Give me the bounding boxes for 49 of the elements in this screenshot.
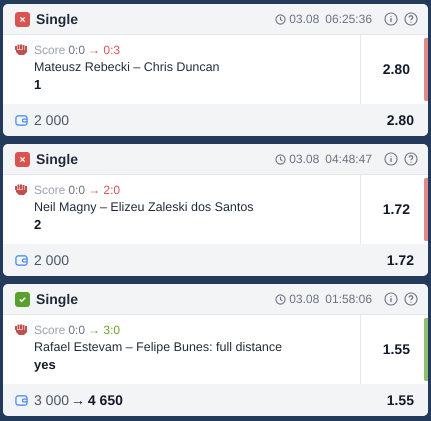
score-label: Score: [34, 322, 66, 338]
wallet-icon: [15, 394, 28, 406]
help-icon[interactable]: [404, 292, 418, 306]
fist-icon: [14, 322, 28, 336]
bet-type: Single: [36, 150, 78, 169]
score-result: → 0:3: [88, 42, 120, 58]
bet-type: Single: [36, 10, 78, 29]
score-start: 0:0: [68, 182, 86, 198]
clock-icon: [275, 154, 286, 164]
bet-date: 03.08: [289, 11, 320, 28]
score-result: → 2:0: [88, 182, 120, 198]
help-icon[interactable]: [404, 12, 418, 26]
info-icon[interactable]: [384, 12, 398, 26]
total-odds: 1.72: [386, 250, 414, 270]
odds: 1.55: [382, 340, 410, 359]
clock-icon: [275, 14, 286, 24]
bet-pick: yes: [34, 356, 57, 374]
bet-time: 06:25:36: [325, 11, 372, 28]
wallet-icon: [15, 114, 28, 126]
stake-amount: 2 000: [34, 250, 70, 270]
bet-time: 01:58:06: [325, 291, 372, 308]
total-odds: 2.80: [386, 110, 414, 130]
bet-pick: 2: [34, 216, 42, 234]
bet-pick: 1: [34, 76, 42, 94]
score-result: → 3:0: [88, 322, 120, 338]
info-icon[interactable]: [384, 292, 398, 306]
help-icon[interactable]: [404, 152, 418, 166]
info-icon[interactable]: [384, 152, 398, 166]
event-name: Neil Magny – Elizeu Zaleski dos Santos: [34, 199, 254, 216]
wallet-icon: [15, 254, 28, 266]
event-name: Rafael Estevam – Felipe Bunes: full distance: [34, 339, 282, 356]
event-name: Mateusz Rebecki – Chris Duncan: [34, 59, 220, 76]
bet-date: 03.08: [289, 291, 320, 308]
odds: 1.72: [382, 200, 410, 219]
bet-date: 03.08: [289, 151, 320, 168]
score-label: Score: [34, 182, 66, 198]
clock-icon: [275, 294, 286, 304]
fist-icon: [14, 42, 28, 56]
score-start: 0:0: [68, 42, 86, 58]
score-label: Score: [34, 42, 66, 58]
bet-time: 04:48:47: [325, 151, 372, 168]
odds: 2.80: [382, 60, 410, 79]
stake-amount: 2 000: [34, 110, 70, 130]
payout-amount: → 4 650: [71, 390, 123, 410]
score-start: 0:0: [68, 322, 86, 338]
fist-icon: [14, 182, 28, 196]
total-odds: 1.55: [386, 390, 414, 410]
stake-amount: 3 000: [34, 390, 70, 410]
bet-type: Single: [36, 290, 78, 309]
